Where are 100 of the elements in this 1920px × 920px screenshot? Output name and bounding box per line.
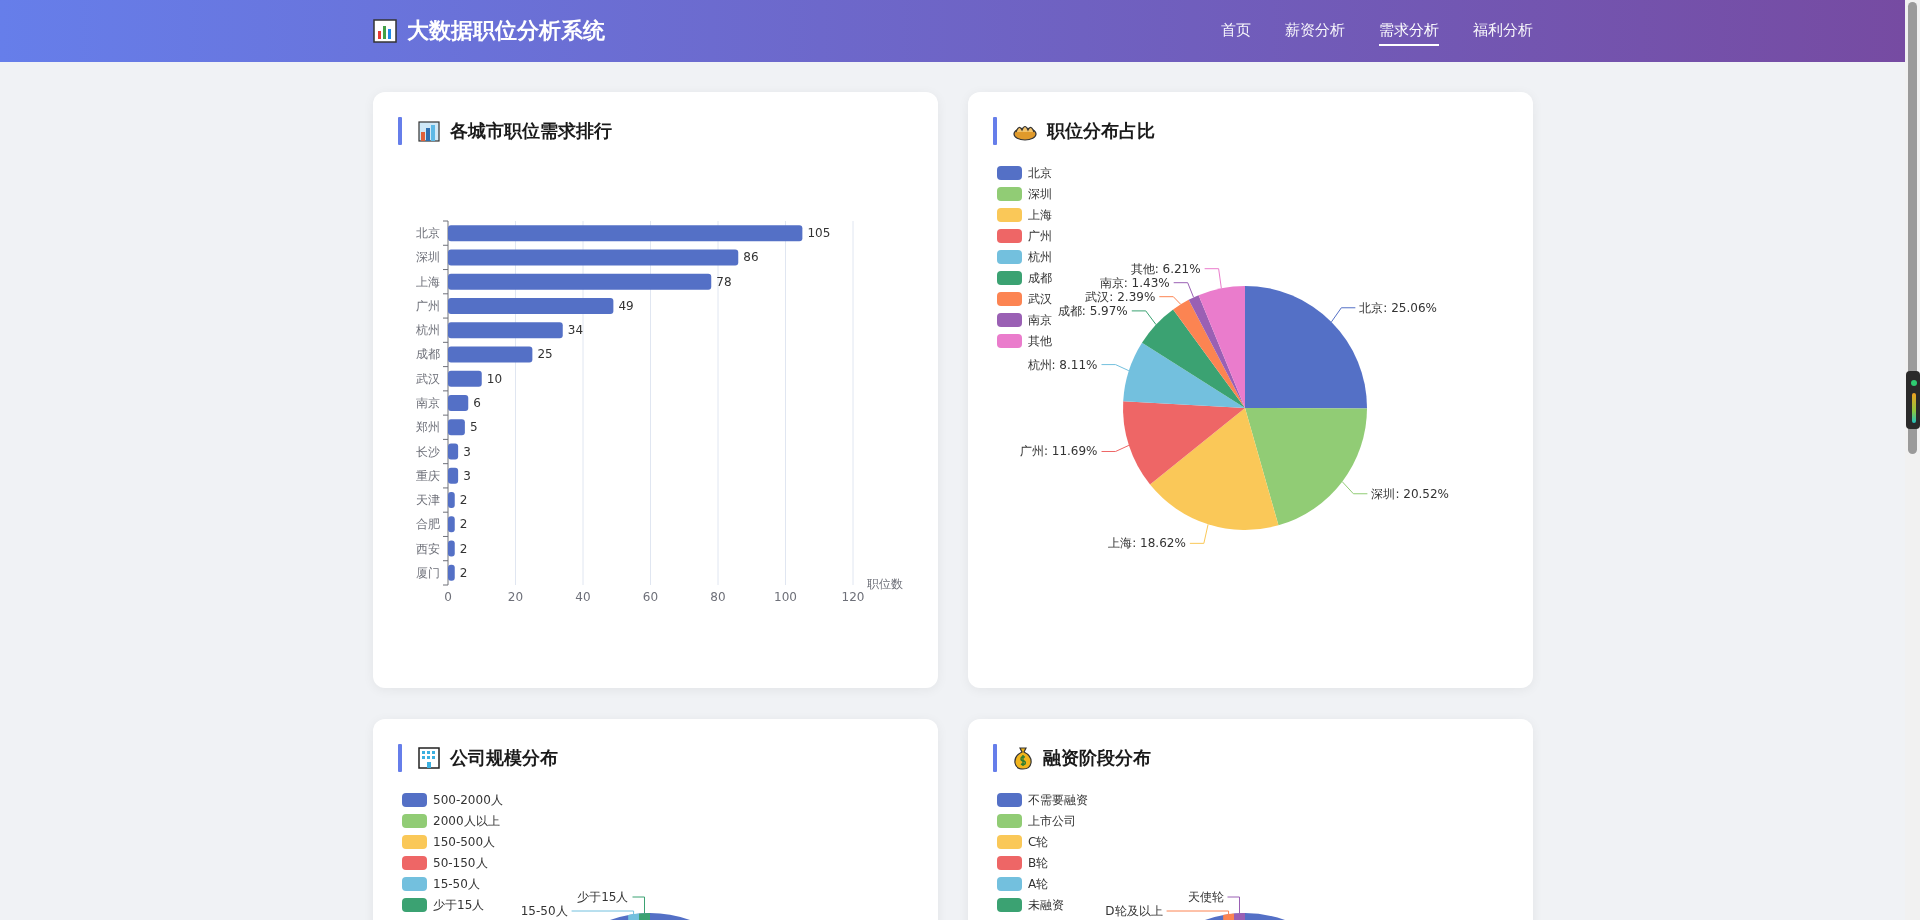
slice-label: 杭州: 8.11% <box>1027 357 1097 372</box>
slice-label: 广州: 11.69% <box>1019 444 1098 459</box>
legend-swatch[interactable] <box>996 271 1022 285</box>
card-title: 职位分布占比 <box>1046 119 1155 143</box>
nav-link[interactable]: 薪资分析 <box>1284 16 1345 46</box>
legend-label[interactable]: 成都 <box>1027 271 1052 285</box>
slice-label: 深圳: 20.52% <box>1370 486 1449 501</box>
legend-swatch[interactable] <box>401 793 427 807</box>
legend-swatch[interactable] <box>996 334 1022 348</box>
card-title: 公司规模分布 <box>449 746 558 770</box>
legend-label[interactable]: 深圳 <box>1027 187 1052 201</box>
money-bag-icon <box>1012 746 1033 770</box>
legend-swatch[interactable] <box>401 877 427 891</box>
category-label: 深圳 <box>415 250 440 265</box>
legend-label[interactable]: 广州 <box>1027 229 1052 243</box>
pie-slice[interactable] <box>1122 401 1245 485</box>
bar-value-label: 105 <box>806 226 830 241</box>
legend-swatch[interactable] <box>996 793 1022 807</box>
legend-swatch[interactable] <box>996 313 1022 327</box>
pie-slice[interactable] <box>1141 309 1245 408</box>
category-label: 重庆 <box>415 468 440 483</box>
pie-slice[interactable] <box>1244 408 1367 526</box>
card-title: 各城市职位需求排行 <box>449 119 612 143</box>
city-chart-icon <box>417 120 440 142</box>
bar <box>447 370 482 387</box>
legend-label[interactable]: 50-150人 <box>432 856 487 870</box>
category-label: 厦门 <box>415 565 440 580</box>
legend-swatch[interactable] <box>996 814 1022 828</box>
slice-label: 武汉: 2.39% <box>1084 289 1155 304</box>
legend-label[interactable]: A轮 <box>1027 877 1048 891</box>
legend-label[interactable]: 少于15人 <box>432 898 484 912</box>
bar <box>447 516 455 533</box>
slice-label: 上海: 18.62% <box>1107 536 1186 551</box>
title-accent <box>992 117 997 145</box>
legend-label[interactable]: 2000人以上 <box>432 814 500 828</box>
category-label: 北京 <box>415 226 440 241</box>
legend-label[interactable]: 杭州 <box>1027 250 1052 264</box>
legend-swatch[interactable] <box>401 856 427 870</box>
legend-swatch[interactable] <box>996 835 1022 849</box>
leader-line <box>1100 364 1129 372</box>
axis-tick-label: 20 <box>507 590 523 604</box>
bar <box>447 467 458 484</box>
legend-swatch[interactable] <box>996 229 1022 243</box>
legend-label[interactable]: 不需要融资 <box>1027 793 1088 807</box>
category-label: 长沙 <box>415 444 440 459</box>
legend-swatch[interactable] <box>401 898 427 912</box>
legend-swatch[interactable] <box>996 877 1022 891</box>
axis-tick-label: 100 <box>773 590 797 604</box>
legend-label[interactable]: 上海 <box>1027 208 1052 222</box>
legend-swatch[interactable] <box>996 187 1022 201</box>
legend-label[interactable]: C轮 <box>1027 835 1048 849</box>
leader-line <box>1100 444 1129 452</box>
legend-swatch[interactable] <box>996 898 1022 912</box>
leader-line <box>1341 481 1368 495</box>
legend-swatch[interactable] <box>996 166 1022 180</box>
legend-label[interactable]: 南京 <box>1027 313 1052 327</box>
slice-label: 其他: 6.21% <box>1130 261 1201 276</box>
bar <box>447 443 458 460</box>
legend-label[interactable]: 北京 <box>1027 166 1052 180</box>
legend-label[interactable]: B轮 <box>1027 856 1048 870</box>
bar-value-label: 2 <box>459 565 467 580</box>
legend-swatch[interactable] <box>996 250 1022 264</box>
bar-value-label: 34 <box>567 323 583 338</box>
pie-slice[interactable] <box>1122 342 1245 408</box>
axis-tick-label: 40 <box>574 590 591 604</box>
nav-link[interactable]: 福利分析 <box>1472 16 1533 46</box>
legend-swatch[interactable] <box>401 814 427 828</box>
legend-label[interactable]: 未融资 <box>1027 898 1064 912</box>
category-label: 成都 <box>415 347 440 362</box>
bar-value-label: 2 <box>459 493 467 508</box>
legend-swatch[interactable] <box>401 835 427 849</box>
legend-label[interactable]: 150-500人 <box>432 835 495 849</box>
pie-slice[interactable] <box>1172 299 1245 408</box>
pie-slice[interactable] <box>1188 295 1245 408</box>
category-label: 武汉 <box>415 371 440 386</box>
nav-link[interactable]: 需求分析 <box>1378 16 1439 46</box>
category-label: 南京 <box>415 396 440 410</box>
card-title: 融资阶段分布 <box>1042 746 1151 770</box>
bar-value-label: 6 <box>472 396 481 410</box>
legend-label[interactable]: 其他 <box>1027 334 1052 348</box>
scrollbar[interactable] <box>1905 0 1920 920</box>
nav-link[interactable]: 首页 <box>1220 16 1251 46</box>
legend-label[interactable]: 上市公司 <box>1027 814 1076 828</box>
legend-label[interactable]: 武汉 <box>1027 292 1052 306</box>
legend-label[interactable]: 500-2000人 <box>432 793 503 807</box>
title-accent <box>397 117 402 145</box>
slice-label: 15-50人 <box>520 904 568 918</box>
leader-line <box>1203 268 1222 289</box>
slice-label: 天使轮 <box>1187 890 1223 904</box>
legend-swatch[interactable] <box>996 208 1022 222</box>
bar-value-label: 2 <box>459 541 467 556</box>
pie-slice[interactable] <box>1198 286 1245 408</box>
legend-swatch[interactable] <box>996 292 1022 306</box>
meter-widget-icon[interactable] <box>1906 371 1920 429</box>
axis-title: 职位数 <box>866 577 903 591</box>
category-label: 合肥 <box>415 517 440 532</box>
pie-slice[interactable] <box>1149 408 1278 530</box>
legend-swatch[interactable] <box>996 856 1022 870</box>
bar-value-label: 86 <box>742 250 759 265</box>
legend-label[interactable]: 15-50人 <box>432 877 480 891</box>
